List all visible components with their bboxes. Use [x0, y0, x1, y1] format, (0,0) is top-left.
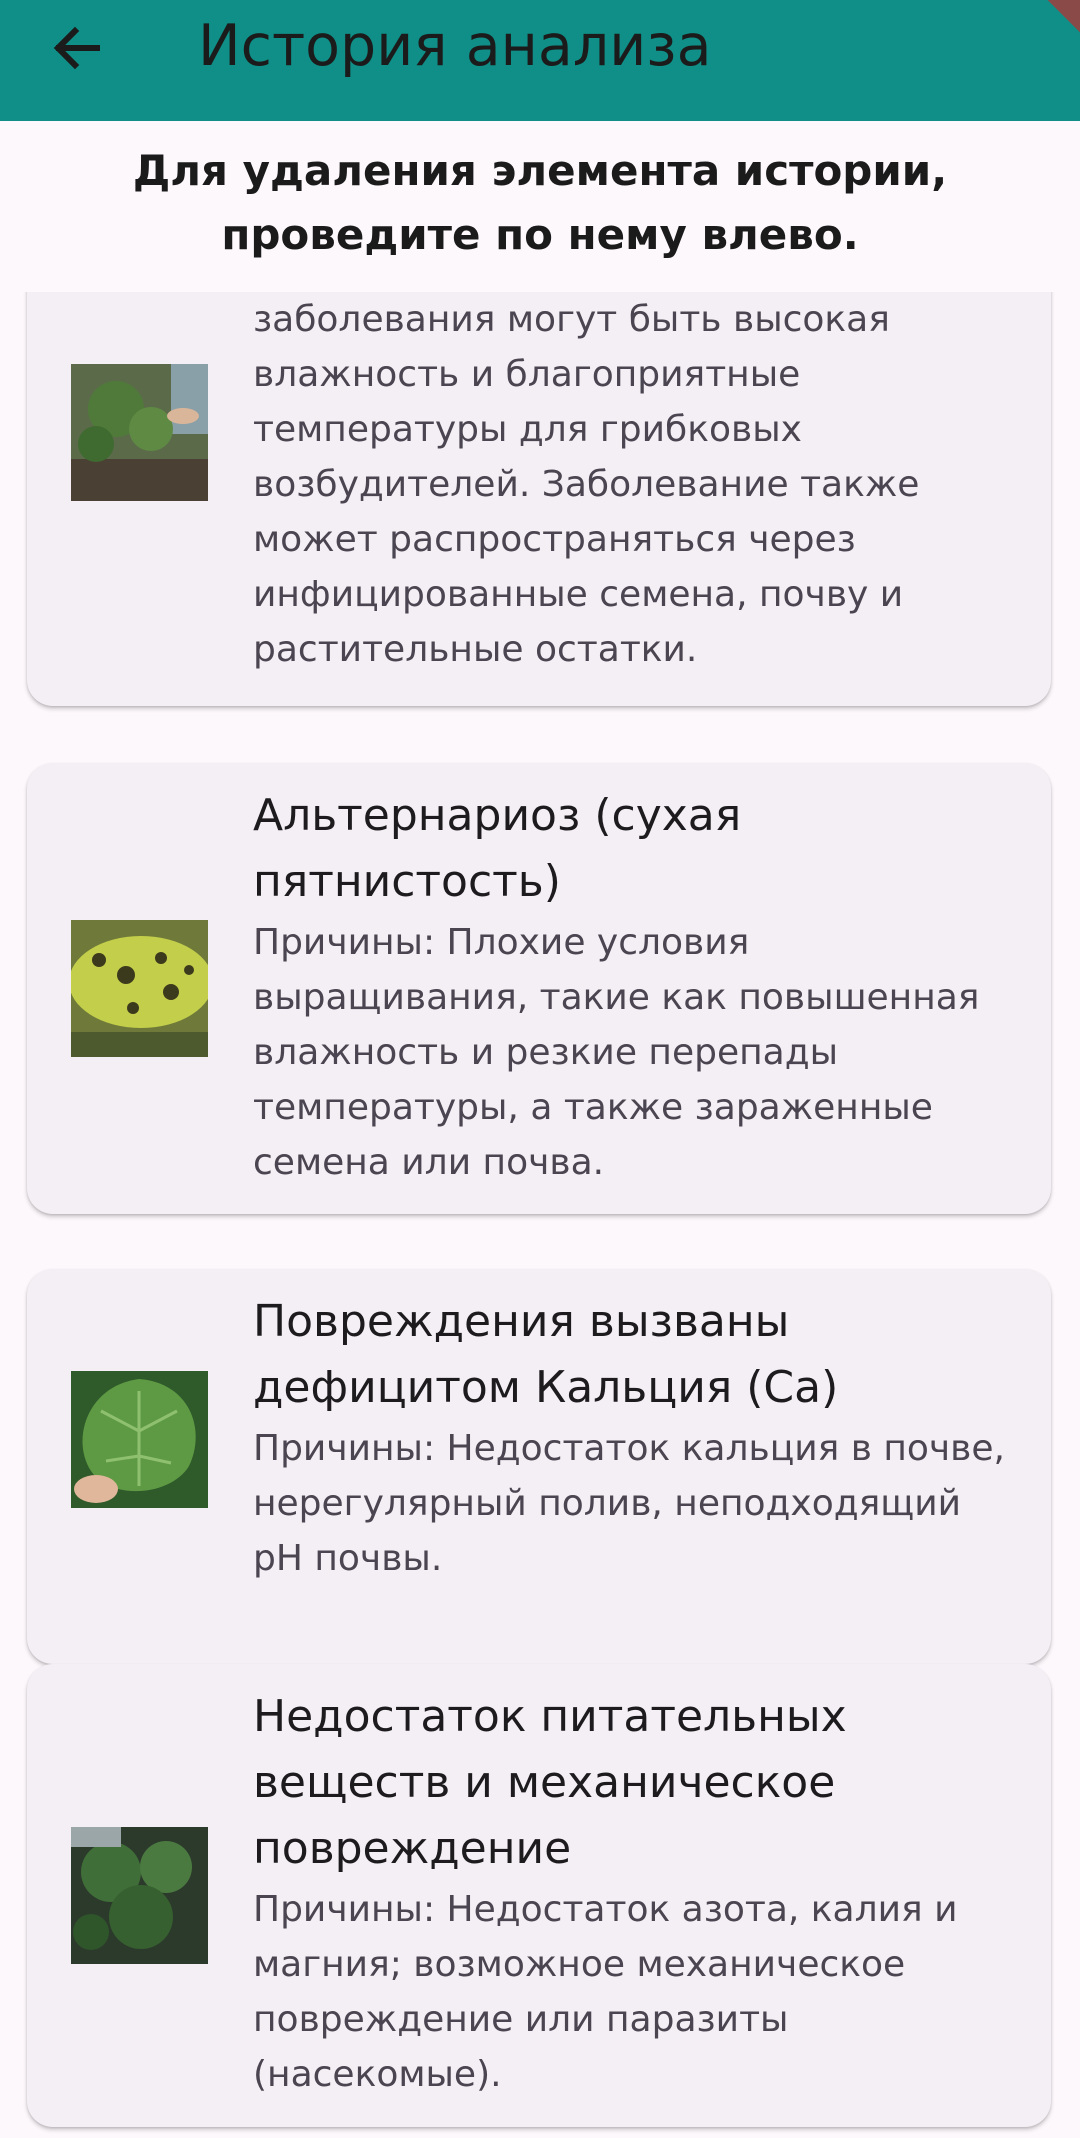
- history-item-title: Повреждения вызваны дефицитом Кальция (C…: [253, 1296, 839, 1413]
- history-item[interactable]: Недостаток питательных веществ и механич…: [27, 1664, 1051, 2127]
- debug-banner: [1037, 0, 1080, 33]
- history-item-description: заболевания могут быть высокая влажность…: [253, 299, 920, 670]
- history-item-title: Недостаток питательных веществ и механич…: [253, 1691, 847, 1874]
- app-bar: История анализа: [0, 0, 1080, 121]
- history-item-description: Причины: Недостаток кальция в почве, нер…: [253, 1428, 1005, 1579]
- arrow-left-icon: [53, 26, 100, 70]
- history-item-description: Причины: Плохие условия выращивания, так…: [253, 922, 980, 1183]
- back-button[interactable]: [45, 16, 109, 80]
- plant-thumbnail: [71, 920, 208, 1057]
- history-item-description: Причины: Недостаток азота, калия и магни…: [253, 1889, 958, 2095]
- swipe-hint: Для удаления элемента истории, проведите…: [0, 121, 1080, 292]
- plant-thumbnail: [71, 1371, 208, 1508]
- history-item-title: Альтернариоз (сухая пятнистость): [253, 790, 742, 907]
- history-item[interactable]: заболевания могут быть высокая влажность…: [27, 292, 1051, 706]
- plant-thumbnail: [71, 1827, 208, 1964]
- history-list[interactable]: заболевания могут быть высокая влажность…: [0, 292, 1080, 2138]
- history-item[interactable]: Повреждения вызваны дефицитом Кальция (C…: [27, 1269, 1051, 1664]
- plant-thumbnail: [71, 364, 208, 501]
- page-title: История анализа: [198, 13, 712, 79]
- history-item[interactable]: Альтернариоз (сухая пятнистость) Причины…: [27, 763, 1051, 1214]
